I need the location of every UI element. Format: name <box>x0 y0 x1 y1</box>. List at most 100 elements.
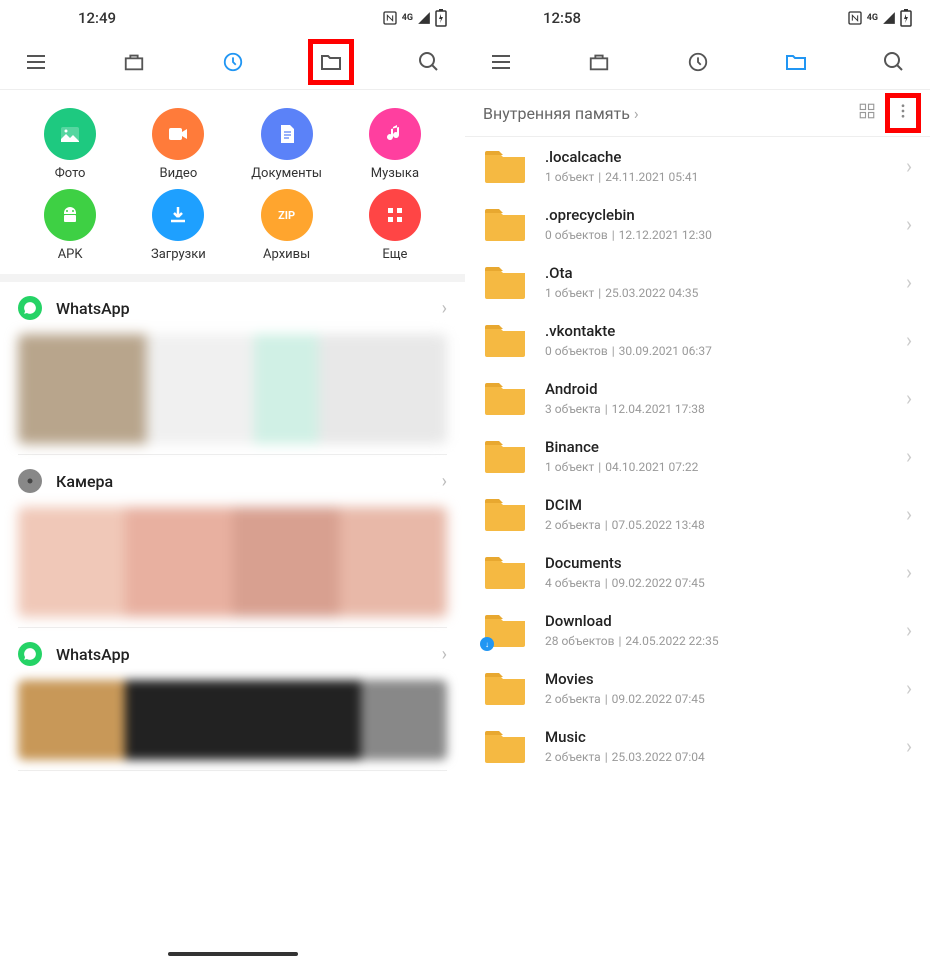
category-doc[interactable]: Документы <box>233 108 341 181</box>
category-zip[interactable]: ZIP Архивы <box>233 189 341 262</box>
chevron-right-icon: › <box>906 676 912 700</box>
divider <box>18 770 447 771</box>
section-title: WhatsApp <box>56 645 130 664</box>
section-preview[interactable] <box>18 334 447 444</box>
folder-name: Movies <box>545 670 705 688</box>
category-video[interactable]: Видео <box>124 108 232 181</box>
chevron-right-icon: › <box>442 471 447 492</box>
breadcrumb-path[interactable]: Внутренняя память <box>483 104 630 123</box>
category-label: Музыка <box>371 166 419 181</box>
status-icons: 4G <box>382 9 447 27</box>
section-whatsapp-0[interactable]: WhatsApp › <box>0 282 465 334</box>
folder-row[interactable]: DCIM 2 объекта|07.05.2022 13:48 › <box>465 485 930 543</box>
status-time: 12:58 <box>543 9 581 27</box>
folder-name: Documents <box>545 554 705 572</box>
download-icon <box>152 189 204 241</box>
folder-icon: ↓ <box>483 611 527 649</box>
chevron-right-icon: › <box>906 560 912 584</box>
category-label: APK <box>58 247 83 262</box>
folder-icon <box>483 205 527 243</box>
video-icon <box>152 108 204 160</box>
chevron-right-icon: › <box>906 618 912 642</box>
tab-recent[interactable] <box>684 48 712 76</box>
phone-right: 12:58 4G Внутренняя память › .localcache… <box>465 0 930 964</box>
folder-row[interactable]: Documents 4 объекта|09.02.2022 07:45 › <box>465 543 930 601</box>
camera-icon <box>18 469 42 493</box>
category-more[interactable]: Еще <box>341 189 449 262</box>
nfc-icon <box>382 10 398 26</box>
folder-row[interactable]: .localcache 1 объект|24.11.2021 05:41 › <box>465 137 930 195</box>
folder-icon <box>483 321 527 359</box>
chevron-right-icon: › <box>634 104 639 123</box>
chevron-right-icon: › <box>906 386 912 410</box>
chevron-right-icon: › <box>442 644 447 665</box>
folder-name: .Ota <box>545 264 698 282</box>
category-label: Еще <box>382 247 407 262</box>
folder-row[interactable]: Binance 1 объект|04.10.2021 07:22 › <box>465 427 930 485</box>
chevron-right-icon: › <box>906 212 912 236</box>
phone-left: 12:49 4G Фото Видео Документы <box>0 0 465 964</box>
folder-meta: 2 объекта|25.03.2022 07:04 <box>545 750 705 764</box>
folder-row[interactable]: .Ota 1 объект|25.03.2022 04:35 › <box>465 253 930 311</box>
folder-meta: 4 объекта|09.02.2022 07:45 <box>545 576 705 590</box>
chevron-right-icon: › <box>442 298 447 319</box>
status-icons: 4G <box>847 9 912 27</box>
category-label: Документы <box>251 166 322 181</box>
folder-name: Download <box>545 612 719 630</box>
view-grid-icon[interactable] <box>858 102 876 124</box>
folder-icon <box>483 147 527 185</box>
zip-icon: ZIP <box>261 189 313 241</box>
folder-name: Music <box>545 728 705 746</box>
search-icon[interactable] <box>880 48 908 76</box>
nfc-icon <box>847 10 863 26</box>
tab-briefcase[interactable] <box>585 48 613 76</box>
tab-briefcase[interactable] <box>120 48 148 76</box>
tab-recent[interactable] <box>219 48 247 76</box>
category-photo[interactable]: Фото <box>16 108 124 181</box>
apk-icon <box>44 189 96 241</box>
category-label: Архивы <box>263 247 310 262</box>
network-4g-icon: 4G <box>402 13 413 23</box>
tab-folder[interactable] <box>317 48 345 76</box>
signal-icon <box>417 11 431 25</box>
folder-row[interactable]: .oprecyclebin 0 объектов|12.12.2021 12:3… <box>465 195 930 253</box>
category-apk[interactable]: APK <box>16 189 124 262</box>
folder-row[interactable]: Movies 2 объекта|09.02.2022 07:45 › <box>465 659 930 717</box>
folder-name: .vkontakte <box>545 322 712 340</box>
folder-icon <box>483 553 527 591</box>
more-vert-icon[interactable] <box>894 102 912 124</box>
folder-meta: 0 объектов|12.12.2021 12:30 <box>545 228 712 242</box>
section-whatsapp-2[interactable]: WhatsApp › <box>0 628 465 680</box>
status-bar: 12:49 4G <box>0 0 465 35</box>
folder-icon <box>483 669 527 707</box>
tab-folder[interactable] <box>782 48 810 76</box>
section-preview[interactable] <box>18 680 447 760</box>
home-indicator[interactable] <box>168 952 298 956</box>
folder-row[interactable]: .vkontakte 0 объектов|30.09.2021 06:37 › <box>465 311 930 369</box>
folder-name: Android <box>545 380 705 398</box>
menu-icon[interactable] <box>487 48 515 76</box>
download-badge-icon: ↓ <box>480 637 494 651</box>
search-icon[interactable] <box>415 48 443 76</box>
folder-icon <box>483 379 527 417</box>
section-camera-1[interactable]: Камера › <box>0 455 465 507</box>
category-label: Фото <box>55 166 86 181</box>
folder-row[interactable]: ↓ Download 28 объектов|24.05.2022 22:35 … <box>465 601 930 659</box>
category-label: Загрузки <box>151 247 206 262</box>
chevron-right-icon: › <box>906 444 912 468</box>
menu-icon[interactable] <box>22 48 50 76</box>
toolbar <box>465 35 930 90</box>
folder-row[interactable]: Music 2 объекта|25.03.2022 07:04 › <box>465 717 930 775</box>
section-preview[interactable] <box>18 507 447 617</box>
category-label: Видео <box>159 166 197 181</box>
folder-row[interactable]: Android 3 объекта|12.04.2021 17:38 › <box>465 369 930 427</box>
category-music[interactable]: Музыка <box>341 108 449 181</box>
photo-icon <box>44 108 96 160</box>
folder-meta: 28 объектов|24.05.2022 22:35 <box>545 634 719 648</box>
folder-list: .localcache 1 объект|24.11.2021 05:41 › … <box>465 137 930 775</box>
folder-icon <box>483 495 527 533</box>
folder-meta: 0 объектов|30.09.2021 06:37 <box>545 344 712 358</box>
category-download[interactable]: Загрузки <box>124 189 232 262</box>
chevron-right-icon: › <box>906 154 912 178</box>
folder-meta: 1 объект|04.10.2021 07:22 <box>545 460 698 474</box>
